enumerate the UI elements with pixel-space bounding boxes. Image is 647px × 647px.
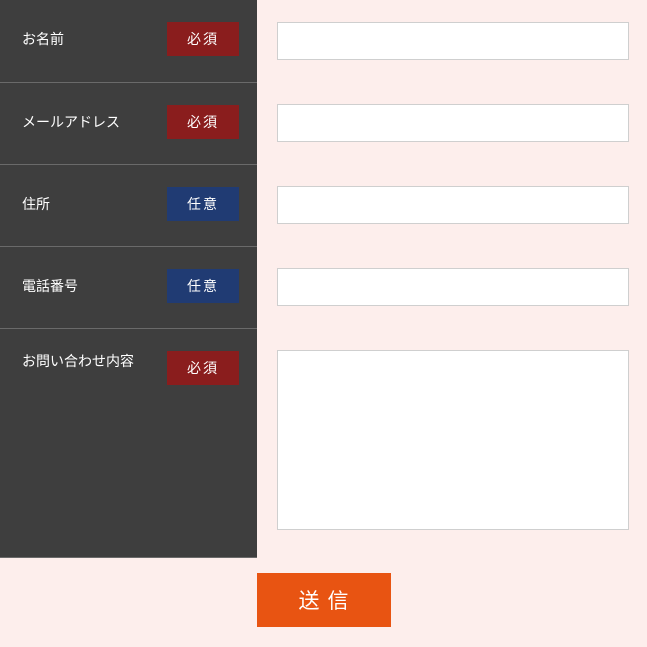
field-label: お問い合わせ内容 [22, 351, 134, 371]
field-label: メールアドレス [22, 112, 120, 132]
required-badge: 必須 [167, 351, 239, 385]
submit-area: 送信 [0, 558, 647, 647]
phone-input[interactable] [277, 268, 629, 306]
form-table: お名前 必須 メールアドレス 必須 住所 [0, 0, 647, 558]
contact-form: お名前 必須 メールアドレス 必須 住所 [0, 0, 647, 647]
field-input-cell [257, 82, 647, 164]
field-label: 住所 [22, 194, 50, 214]
optional-badge: 任意 [167, 269, 239, 303]
field-label: 電話番号 [22, 276, 78, 296]
optional-badge: 任意 [167, 187, 239, 221]
field-row-message: お問い合わせ内容 必須 [0, 328, 647, 557]
field-label-cell: 住所 任意 [0, 164, 257, 246]
field-row-address: 住所 任意 [0, 164, 647, 246]
address-input[interactable] [277, 186, 629, 224]
required-badge: 必須 [167, 22, 239, 56]
field-row-phone: 電話番号 任意 [0, 246, 647, 328]
field-label-cell: メールアドレス 必須 [0, 82, 257, 164]
submit-button[interactable]: 送信 [257, 573, 391, 627]
name-input[interactable] [277, 22, 629, 60]
field-label-cell: お名前 必須 [0, 0, 257, 82]
field-row-email: メールアドレス 必須 [0, 82, 647, 164]
field-input-cell [257, 0, 647, 82]
message-textarea[interactable] [277, 350, 629, 530]
field-label-cell: お問い合わせ内容 必須 [0, 328, 257, 557]
email-input[interactable] [277, 104, 629, 142]
field-row-name: お名前 必須 [0, 0, 647, 82]
field-input-cell [257, 328, 647, 557]
field-input-cell [257, 246, 647, 328]
required-badge: 必須 [167, 105, 239, 139]
field-label-cell: 電話番号 任意 [0, 246, 257, 328]
field-label: お名前 [22, 29, 64, 49]
field-input-cell [257, 164, 647, 246]
